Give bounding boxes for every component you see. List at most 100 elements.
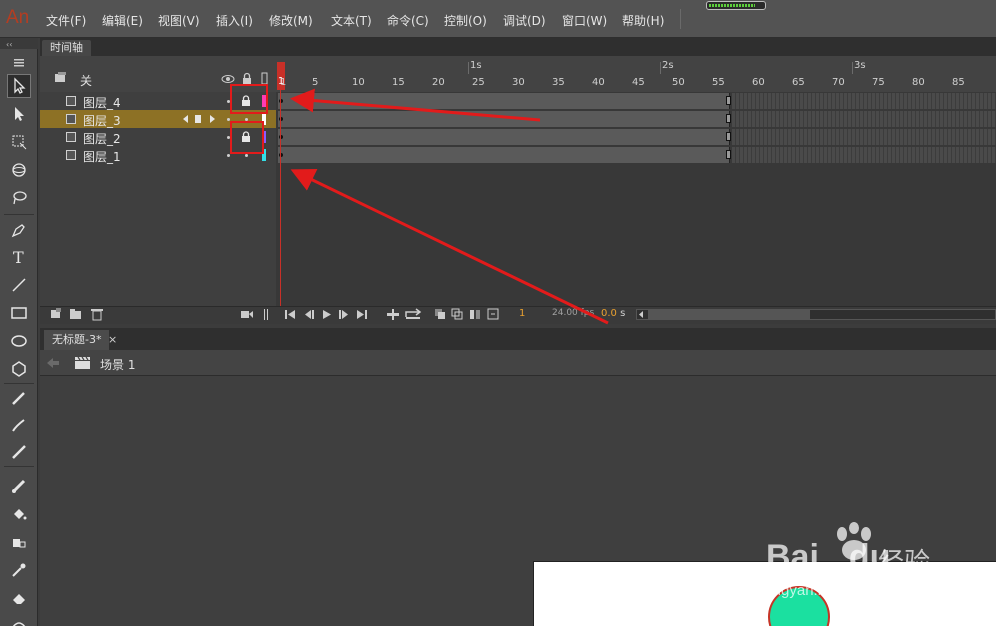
loop-controls[interactable] <box>386 308 424 321</box>
menu-control[interactable]: 控制(O) <box>444 12 487 29</box>
back-arrow-icon[interactable] <box>46 357 60 369</box>
visibility-dot[interactable] <box>227 154 230 157</box>
oval-tool-icon[interactable] <box>7 329 31 353</box>
layer-name[interactable]: 图层_2 <box>83 130 121 147</box>
frame-span[interactable] <box>278 129 730 145</box>
playhead-line <box>280 90 281 308</box>
bone-tool-icon[interactable] <box>7 474 31 498</box>
end-frame[interactable] <box>726 132 731 141</box>
menu-file[interactable]: 文件(F) <box>46 12 86 29</box>
frame-grid[interactable] <box>276 92 996 306</box>
menu-bar: An 文件(F) 编辑(E) 视图(V) 插入(I) 修改(M) 文本(T) 命… <box>0 0 996 38</box>
ruler-frame-label: 75 <box>872 77 885 88</box>
brush-tool-icon[interactable] <box>7 440 31 464</box>
scrollbar-thumb[interactable] <box>648 310 810 319</box>
ruler-frame-label: 70 <box>832 77 845 88</box>
tab-document[interactable]: 无标题-3* <box>44 330 110 350</box>
edit-bar <box>40 350 996 376</box>
playback-controls[interactable] <box>284 308 374 321</box>
frame-span[interactable] <box>278 111 730 127</box>
menu-text[interactable]: 文本(T) <box>331 12 372 29</box>
end-frame[interactable] <box>726 150 731 159</box>
text-tool-icon[interactable]: T <box>7 245 31 269</box>
lasso-tool-icon[interactable] <box>7 186 31 210</box>
elapsed-time[interactable]: 0.0 s <box>601 308 625 319</box>
empty-frames[interactable] <box>732 93 996 109</box>
empty-frames[interactable] <box>732 129 996 145</box>
subselection-tool-icon[interactable] <box>7 102 31 126</box>
frame-row[interactable] <box>276 128 996 146</box>
3d-rotation-tool-icon[interactable] <box>7 158 31 182</box>
elapsed-time-unit: s <box>620 308 626 319</box>
layer-folder-icon <box>55 72 66 82</box>
free-transform-tool-icon[interactable] <box>7 130 31 154</box>
menu-edit[interactable]: 编辑(E) <box>102 12 143 29</box>
ruler-frame-label: 50 <box>672 77 685 88</box>
onion-skin-controls[interactable] <box>434 308 504 321</box>
layer-buttons[interactable] <box>50 308 110 321</box>
empty-frames[interactable] <box>732 147 996 163</box>
ink-bottle-tool-icon[interactable] <box>7 530 31 554</box>
watermark-text: 经验 <box>878 548 931 578</box>
ruler-frame-label: 30 <box>512 77 525 88</box>
tools-panel-header[interactable]: ‹‹ <box>0 38 38 49</box>
delete-icon <box>91 309 103 321</box>
eraser-tool-icon[interactable] <box>7 586 31 610</box>
tab-timeline[interactable]: 时间轴 <box>42 40 91 56</box>
scroll-left-icon[interactable] <box>637 310 645 319</box>
frame-rate[interactable]: 24.00 fps <box>552 308 594 318</box>
pencil-tool-icon[interactable] <box>7 386 31 410</box>
layer-header-label: 关 <box>80 74 93 88</box>
menu-help[interactable]: 帮助(H) <box>622 12 664 29</box>
layer-nav-icons[interactable] <box>182 114 216 124</box>
center-frame-icon <box>387 309 399 320</box>
watermark: Bai du 经验 jingyan.baidu.com <box>760 522 960 608</box>
menu-debug[interactable]: 调试(D) <box>503 12 546 29</box>
camera-icon[interactable] <box>240 308 272 321</box>
layer-icon <box>66 132 76 142</box>
paint-brush-tool-icon[interactable] <box>7 413 31 437</box>
rectangle-tool-icon[interactable] <box>7 301 31 325</box>
scene-label[interactable]: 场景 1 <box>100 356 135 373</box>
frame-row[interactable] <box>276 92 996 110</box>
layer-name[interactable]: 图层_4 <box>83 94 121 111</box>
line-tool-icon[interactable] <box>7 273 31 297</box>
end-frame[interactable] <box>726 114 731 123</box>
edit-multiple-icon <box>470 310 480 319</box>
collapse-icon[interactable]: ‹‹ <box>0 38 38 49</box>
menu-window[interactable]: 窗口(W) <box>562 12 607 29</box>
panel-menu-icon[interactable] <box>7 50 31 74</box>
frame-span[interactable] <box>278 93 730 109</box>
paint-bucket-tool-icon[interactable] <box>7 502 31 526</box>
frame-row[interactable] <box>276 146 996 164</box>
menu-modify[interactable]: 修改(M) <box>269 12 313 29</box>
pen-tool-icon[interactable] <box>7 218 31 242</box>
elapsed-time-value: 0.0 <box>601 308 617 319</box>
ruler-frame-label: 15 <box>392 77 405 88</box>
layer-name[interactable]: 图层_1 <box>83 148 121 165</box>
performance-meter <box>706 1 766 10</box>
selection-tool-icon[interactable] <box>7 74 31 98</box>
menu-insert[interactable]: 插入(I) <box>216 12 253 29</box>
layer-icon <box>66 96 76 106</box>
ruler-frame-label: 10 <box>352 77 365 88</box>
ruler-second-label: 2s <box>662 60 674 71</box>
polystar-tool-icon[interactable] <box>7 357 31 381</box>
menu-commands[interactable]: 命令(C) <box>387 12 429 29</box>
eyedropper-tool-icon[interactable] <box>7 558 31 582</box>
end-frame[interactable] <box>726 96 731 105</box>
animate-window: An 文件(F) 编辑(E) 视图(V) 插入(I) 修改(M) 文本(T) 命… <box>0 0 996 626</box>
layer-name[interactable]: 图层_3 <box>83 112 121 129</box>
menu-view[interactable]: 视图(V) <box>158 12 200 29</box>
lock-dot[interactable] <box>245 154 248 157</box>
frame-span[interactable] <box>278 147 730 163</box>
empty-frames[interactable] <box>732 111 996 127</box>
ruler-frame-label: 55 <box>712 77 725 88</box>
watermark-logo: Bai du <box>766 538 890 577</box>
frame-row[interactable] <box>276 110 996 128</box>
ruler-frame-label: 5 <box>312 77 319 88</box>
ruler-frame-label: 60 <box>752 77 765 88</box>
width-tool-icon[interactable] <box>7 612 31 626</box>
current-frame[interactable]: 1 <box>519 308 525 319</box>
close-tab-icon[interactable]: × <box>108 333 117 346</box>
